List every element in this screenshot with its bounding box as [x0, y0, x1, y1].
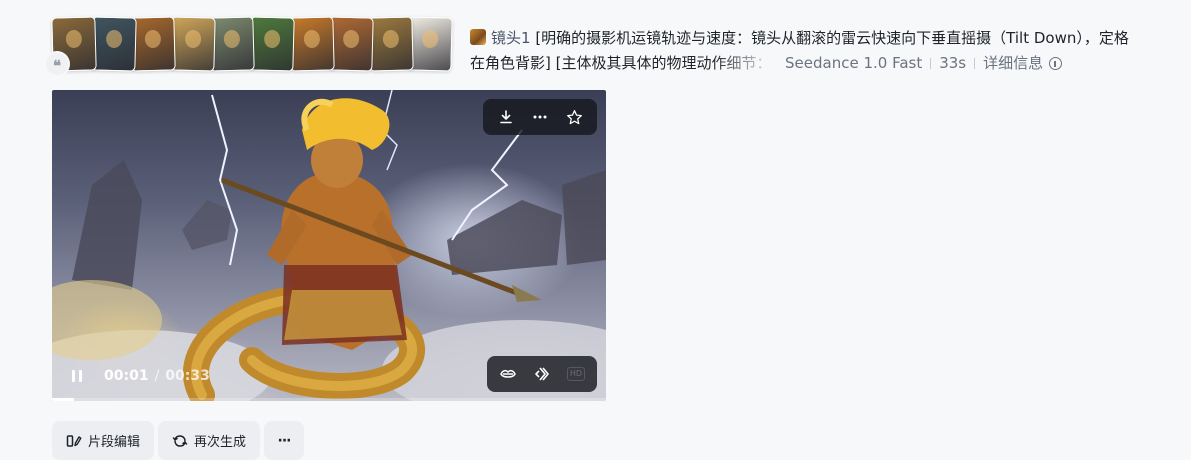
reference-image-strip[interactable]: ❝ [46, 16, 454, 75]
ref-thumb-10[interactable] [407, 16, 454, 72]
thumbnail-figure [184, 29, 202, 49]
ref-thumb-6[interactable] [249, 16, 295, 72]
hd-badge-icon: HD [566, 367, 586, 381]
ref-thumb-8[interactable] [328, 16, 374, 72]
thumbnail-figure [65, 29, 83, 49]
thumbnail-figure [343, 29, 360, 49]
pause-button[interactable] [66, 366, 88, 386]
time-separator: / [154, 368, 160, 384]
shot-thumbnail-icon [470, 29, 486, 45]
download-button[interactable] [489, 99, 523, 135]
video-player[interactable]: HD 00:01 / 00:33 [52, 90, 606, 401]
pause-icon-bar [79, 370, 82, 382]
pause-icon [72, 370, 75, 382]
thumbnail-figure [144, 29, 162, 49]
refresh-icon [172, 433, 188, 449]
edit-clip-label: 片段编辑 [88, 435, 141, 450]
progress-bar[interactable] [52, 398, 606, 401]
ref-thumb-5[interactable] [209, 16, 256, 72]
diamond-arrows-icon [535, 367, 549, 381]
edit-clip-button[interactable]: 片段编辑 [52, 421, 155, 460]
thumbnail-figure [422, 29, 439, 49]
ref-thumb-3[interactable] [130, 16, 176, 72]
ref-thumb-7[interactable] [288, 16, 335, 72]
lip-sync-button[interactable] [491, 356, 525, 392]
prompt-line-1: 镜头1 [明确的摄影机运镜轨迹与速度：镜头从翻滚的雷云快速向下垂直摇摄（Tilt… [470, 26, 1160, 51]
quote-icon: ❝ [46, 53, 68, 75]
favorite-button[interactable] [557, 99, 591, 135]
details-link[interactable]: 详细信息 [983, 51, 1043, 76]
edit-clip-icon [66, 433, 82, 449]
video-frame-image [52, 90, 606, 401]
info-icon[interactable] [1049, 57, 1063, 70]
star-icon [566, 109, 582, 124]
frame-interpolate-button[interactable] [525, 356, 559, 392]
current-time: 00:01 [104, 368, 149, 384]
progress-fill [52, 398, 75, 401]
total-time: 00:33 [165, 368, 210, 384]
playback-controls: 00:01 / 00:33 [66, 366, 210, 386]
shot-label: 镜头1 [491, 29, 531, 47]
video-top-toolbar [483, 99, 597, 135]
model-name: Seedance 1.0 Fast [785, 54, 923, 72]
clip-actions: 片段编辑 再次生成 ··· [52, 421, 305, 460]
upscale-hd-button[interactable]: HD [559, 356, 593, 392]
more-actions-button[interactable]: ··· [264, 421, 305, 460]
more-options-button[interactable] [523, 99, 557, 135]
thumbnail-figure [303, 29, 320, 49]
thumbnail-figure [263, 29, 281, 49]
download-icon [500, 110, 512, 124]
meta-divider [930, 58, 932, 69]
lip-sync-icon [500, 369, 516, 378]
regenerate-button[interactable]: 再次生成 [158, 421, 261, 460]
video-duration: 33s [939, 54, 967, 72]
ref-thumb-4[interactable] [170, 16, 216, 72]
meta-divider [974, 58, 976, 69]
generation-meta: Seedance 1.0 Fast 33s 详细信息 [785, 51, 1063, 76]
more-dots-icon [533, 115, 547, 119]
ref-thumb-9[interactable] [368, 16, 414, 72]
ref-thumb-2[interactable] [90, 16, 137, 72]
prompt-text[interactable]: 镜头1 [明确的摄影机运镜轨迹与速度：镜头从翻滚的雷云快速向下垂直摇摄（Tilt… [470, 26, 1160, 76]
video-bottom-toolbar: HD [487, 356, 597, 392]
prompt-line-2: 在角色背影] [主体极其具体的物理动作细节：龙尾具有真实的 Seedance 1… [470, 51, 1160, 76]
thumbnail-figure [105, 29, 122, 49]
thumbnail-figure [224, 29, 241, 49]
more-actions-icon: ··· [277, 432, 292, 449]
regenerate-label: 再次生成 [194, 435, 247, 450]
prompt-line-2-text: 在角色背影] [主体极其具体的物理动作细节：龙尾具有真实的 [470, 54, 775, 72]
thumbnail-figure [382, 29, 399, 49]
prompt-line-1-text: [明确的摄影机运镜轨迹与速度：镜头从翻滚的雷云快速向下垂直摇摄（Tilt Dow… [535, 29, 1129, 47]
